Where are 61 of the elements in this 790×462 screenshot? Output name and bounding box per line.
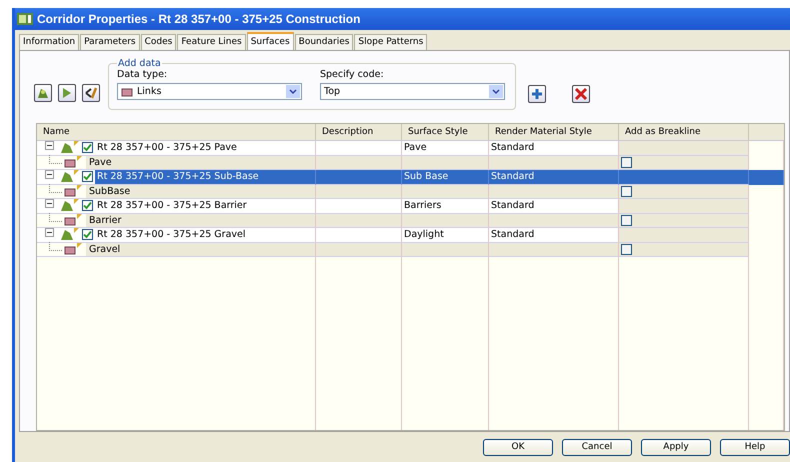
link-name: Barrier (86, 214, 315, 227)
checkbox[interactable] (621, 156, 632, 168)
checkbox[interactable] (621, 214, 632, 226)
hill-icon (36, 86, 50, 100)
code-dropdown[interactable]: Top (320, 83, 505, 100)
surface-icon (60, 228, 80, 242)
surface-icon (60, 141, 80, 154)
add-surface-button[interactable] (34, 84, 52, 102)
surface-icon (60, 199, 80, 212)
tab[interactable]: Codes (140, 34, 176, 50)
checkbox[interactable] (621, 186, 632, 197)
surface-name[interactable]: Rt 28 357+00 - 375+25 Barrier (95, 199, 315, 212)
tab[interactable]: Parameters (80, 34, 140, 50)
column-header[interactable]: Surface Style (402, 124, 489, 140)
column-header[interactable]: Name (37, 124, 316, 140)
tab[interactable]: Slope Patterns (354, 34, 428, 50)
link-name: Gravel (86, 242, 315, 256)
link-name: Pave (86, 156, 315, 169)
dialog-button[interactable]: Apply (641, 438, 711, 456)
dialog-button[interactable]: OK (483, 438, 553, 456)
tab[interactable]: Boundaries (294, 34, 354, 50)
column-header[interactable]: Add as Breakline (619, 124, 749, 140)
surface-name[interactable]: Rt 28 357+00 - 375+25 Pave (95, 141, 315, 154)
delete-button[interactable] (572, 85, 590, 103)
column-header[interactable]: Description (316, 124, 402, 140)
tab[interactable]: Surfaces (246, 32, 294, 50)
app-icon (17, 12, 33, 26)
close-icon (574, 87, 588, 101)
checkbox[interactable] (82, 142, 93, 154)
caret-icon (492, 88, 500, 94)
field-label: Data type: (117, 69, 168, 80)
dialog-button[interactable]: Cancel (562, 438, 632, 456)
table-cell: Sub Base (402, 170, 489, 184)
link-name: SubBase (86, 184, 315, 198)
checkbox[interactable] (82, 171, 93, 182)
link-icon (64, 214, 84, 226)
window-title: Corridor Properties - Rt 28 357+00 - 375+25 Construction (37, 12, 360, 26)
checkbox[interactable] (82, 200, 93, 212)
surface-name[interactable]: Rt 28 357+00 - 375+25 Sub-Base (95, 170, 315, 184)
add-link-button[interactable] (58, 84, 76, 102)
column-header[interactable]: Render Material Style (489, 124, 619, 140)
link-icon (64, 243, 84, 256)
tab[interactable]: Feature Lines (177, 34, 246, 50)
field-label: Specify code: (320, 69, 385, 80)
link-icon (64, 156, 84, 168)
surface-icon (60, 170, 80, 184)
caret-icon (289, 88, 297, 94)
plus-icon (531, 88, 543, 100)
surface-name[interactable]: Rt 28 357+00 - 375+25 Gravel (95, 228, 315, 242)
checkbox[interactable] (82, 229, 93, 240)
checkbox[interactable] (621, 244, 632, 255)
add-button[interactable] (528, 85, 546, 103)
link-icon (121, 86, 133, 96)
dialog-button[interactable]: Help (720, 438, 790, 456)
brush-icon (84, 86, 98, 100)
table-cell: Standard (489, 170, 619, 184)
group-title: Add data (117, 58, 162, 69)
tab[interactable]: Information (19, 34, 80, 50)
edit-button[interactable] (82, 84, 100, 102)
data-type-dropdown[interactable]: Links (117, 83, 302, 100)
link-icon (64, 185, 84, 198)
